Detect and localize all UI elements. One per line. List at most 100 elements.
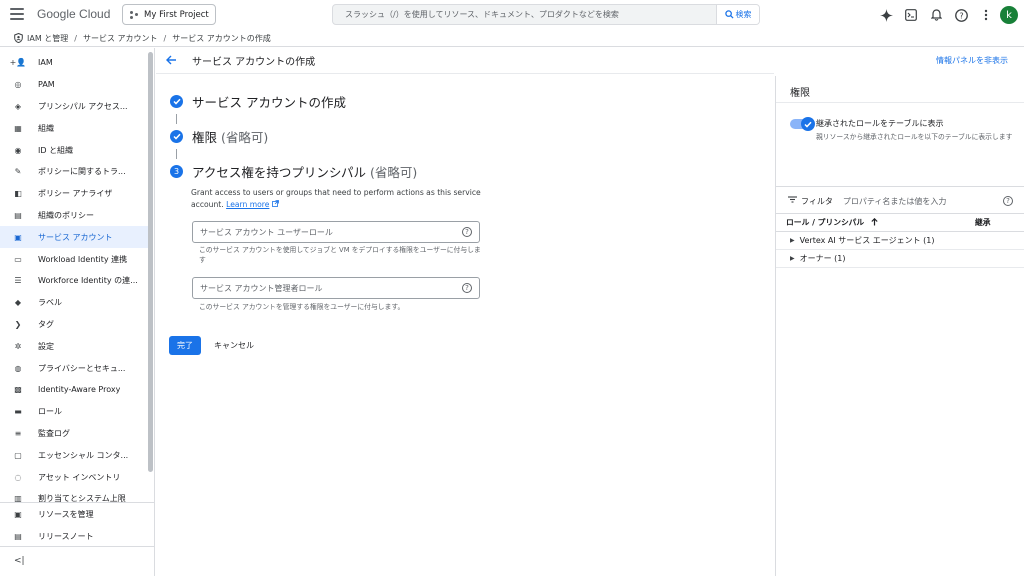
column-role-principal[interactable]: ロール / プリンシパル: [776, 217, 975, 228]
step-principals: 3 アクセス権を持つプリンシパル (省略可): [170, 162, 491, 181]
sidebar-item-icon: ◍: [14, 363, 22, 373]
sidebar-item-icon: ▥: [14, 494, 22, 502]
sidebar-item-label: エッセンシャル コンタ...: [38, 450, 129, 460]
sidebar-item[interactable]: ◉ ID と組織: [0, 139, 148, 161]
step-description: Grant access to users or groups that nee…: [191, 188, 481, 209]
done-button[interactable]: 完了: [169, 336, 201, 355]
sidebar-item[interactable]: ▭ Workload Identity 連携: [0, 248, 148, 270]
sidebar-scrollbar[interactable]: [148, 52, 153, 472]
help-icon[interactable]: ?: [953, 7, 969, 23]
inherited-roles-toggle[interactable]: [790, 117, 815, 131]
cancel-button[interactable]: キャンセル: [212, 336, 256, 355]
sidebar-item[interactable]: ◈ プリンシパル アクセス...: [0, 96, 148, 118]
sidebar-item[interactable]: ▣ サービス アカウント: [0, 226, 148, 249]
project-icon: [130, 10, 138, 19]
learn-more-link[interactable]: Learn more: [226, 200, 269, 209]
notifications-bell-icon[interactable]: [928, 7, 944, 23]
sidebar-item[interactable]: ▬ ロール: [0, 401, 148, 423]
service-account-user-role-field[interactable]: サービス アカウント ユーザーロール ?: [192, 221, 480, 243]
step-number: 3: [170, 165, 183, 178]
sidebar-item-icon: ◧: [14, 189, 22, 199]
shield-icon: [14, 33, 23, 43]
table-row[interactable]: ▶ オーナー (1): [776, 250, 1024, 268]
sidebar-item-label: IAM: [38, 58, 53, 68]
search-icon: [724, 10, 734, 19]
sidebar-item-label: ポリシーに関するトラ...: [38, 167, 126, 177]
sidebar-item[interactable]: ▤ 組織のポリシー: [0, 205, 148, 227]
search-button[interactable]: 検索: [716, 5, 759, 24]
filter-input[interactable]: プロパティ名または値を入力: [843, 196, 1003, 207]
sidebar-item[interactable]: ◍ プライバシーとセキュ...: [0, 357, 148, 379]
step-create-account[interactable]: サービス アカウントの作成: [170, 92, 491, 111]
sidebar-item-label: 組織のポリシー: [38, 210, 94, 220]
google-cloud-logo[interactable]: Google Cloud: [37, 7, 110, 21]
sidebar-item[interactable]: ✎ ポリシーに関するトラ...: [0, 161, 148, 183]
sidebar-bottom: ▣ リソースを管理 ▤ リリースノート: [0, 502, 154, 547]
table-row[interactable]: ▶ Vertex AI サービス エージェント (1): [776, 232, 1024, 250]
sidebar-bottom-item[interactable]: ▣ リソースを管理: [0, 503, 154, 525]
external-link-icon: [271, 200, 279, 207]
sidebar-item-icon: ▣: [14, 509, 22, 519]
filter-bar[interactable]: フィルタ プロパティ名または値を入力 ?: [776, 192, 1024, 210]
sidebar-item[interactable]: +👤 IAM: [0, 52, 148, 74]
collapse-icon: <|: [14, 555, 25, 566]
sidebar-item[interactable]: ❯ タグ: [0, 314, 148, 336]
toggle-description: 親リソースから継承されたロールを以下のテーブルに表示します: [816, 133, 1013, 141]
sidebar-item-label: ID と組織: [38, 145, 74, 155]
sidebar-item[interactable]: ≡ 監査ログ: [0, 423, 148, 445]
breadcrumb-service-accounts[interactable]: サービス アカウント: [83, 33, 158, 44]
sidebar-item[interactable]: ◧ ポリシー アナライザ: [0, 183, 148, 205]
menu-icon[interactable]: [10, 8, 24, 20]
sidebar-item[interactable]: ☰ Workforce Identity の連...: [0, 270, 148, 292]
search-bar[interactable]: スラッシュ（/）を使用してリソース、ドキュメント、プロダクトなどを検索 検索: [332, 4, 760, 25]
search-input[interactable]: スラッシュ（/）を使用してリソース、ドキュメント、プロダクトなどを検索: [333, 9, 716, 20]
sidebar-item-label: ロール: [38, 407, 62, 417]
sidebar-item-label: 組織: [38, 123, 54, 133]
sidebar-item[interactable]: ▩ Identity-Aware Proxy: [0, 379, 148, 401]
sidebar-item[interactable]: ▥ 割り当てとシステム上限: [0, 488, 148, 502]
main-content: サービス アカウントの作成 サービス アカウントの作成 権限 (省略可) 3 ア…: [156, 48, 774, 576]
sidebar-item-icon: +👤: [9, 58, 27, 68]
sidebar-item-label: 設定: [38, 341, 54, 351]
service-account-admin-role-field[interactable]: サービス アカウント管理者ロール ?: [192, 277, 480, 299]
toggle-label: 継承されたロールをテーブルに表示: [816, 119, 944, 128]
sidebar-item[interactable]: ▦ 組織: [0, 117, 148, 139]
admin-role-placeholder: サービス アカウント管理者ロール: [200, 283, 323, 293]
project-picker-button[interactable]: My First Project: [122, 4, 216, 25]
hide-info-panel-link[interactable]: 情報パネルを非表示: [936, 55, 1008, 66]
svg-text:?: ?: [959, 10, 963, 20]
back-arrow-icon[interactable]: [166, 54, 180, 68]
sidebar-item[interactable]: ◎ PAM: [0, 74, 148, 96]
filter-label: フィルタ: [801, 196, 833, 206]
account-avatar[interactable]: k: [1000, 6, 1018, 24]
sidebar-item-icon: ☰: [14, 276, 22, 286]
sidebar-item-label: アセット インベントリ: [38, 472, 121, 482]
sidebar-item-label: リソースを管理: [38, 509, 94, 519]
sidebar-item[interactable]: ✲ 設定: [0, 335, 148, 357]
sidebar-item-label: PAM: [38, 80, 55, 90]
help-circle-icon[interactable]: ?: [462, 227, 472, 237]
page-header: サービス アカウントの作成: [156, 48, 774, 74]
collapse-sidebar-button[interactable]: <|: [0, 546, 154, 574]
breadcrumb-create: サービス アカウントの作成: [172, 33, 271, 43]
breadcrumb-iam[interactable]: IAM と管理: [27, 33, 68, 44]
sidebar-item[interactable]: ◌ アセット インベントリ: [0, 466, 148, 488]
sidebar-item-icon: ▦: [14, 123, 22, 133]
expand-triangle-icon[interactable]: ▶: [790, 255, 795, 262]
expand-triangle-icon[interactable]: ▶: [790, 237, 795, 244]
sidebar-item-icon: ▩: [14, 385, 22, 395]
help-circle-icon[interactable]: ?: [462, 283, 472, 293]
sidebar-item[interactable]: ▢ エッセンシャル コンタ...: [0, 444, 148, 466]
sidebar-item-icon: ▤: [14, 210, 22, 220]
sidebar-item[interactable]: ◆ ラベル: [0, 292, 148, 314]
cloud-shell-icon[interactable]: [903, 7, 919, 23]
sidebar-bottom-item[interactable]: ▤ リリースノート: [0, 525, 154, 547]
user-role-hint: このサービス アカウントを使用してジョブと VM をデプロイする権限をユーザーに…: [199, 246, 481, 264]
more-options-icon[interactable]: [978, 7, 994, 23]
step-title: 権限 (省略可): [192, 130, 269, 145]
step-permissions[interactable]: 権限 (省略可): [170, 127, 491, 146]
gemini-icon[interactable]: [878, 7, 894, 23]
page-title: サービス アカウントの作成: [192, 57, 316, 68]
help-circle-icon[interactable]: ?: [1003, 196, 1013, 206]
sidebar-item-icon: ≡: [14, 428, 22, 438]
